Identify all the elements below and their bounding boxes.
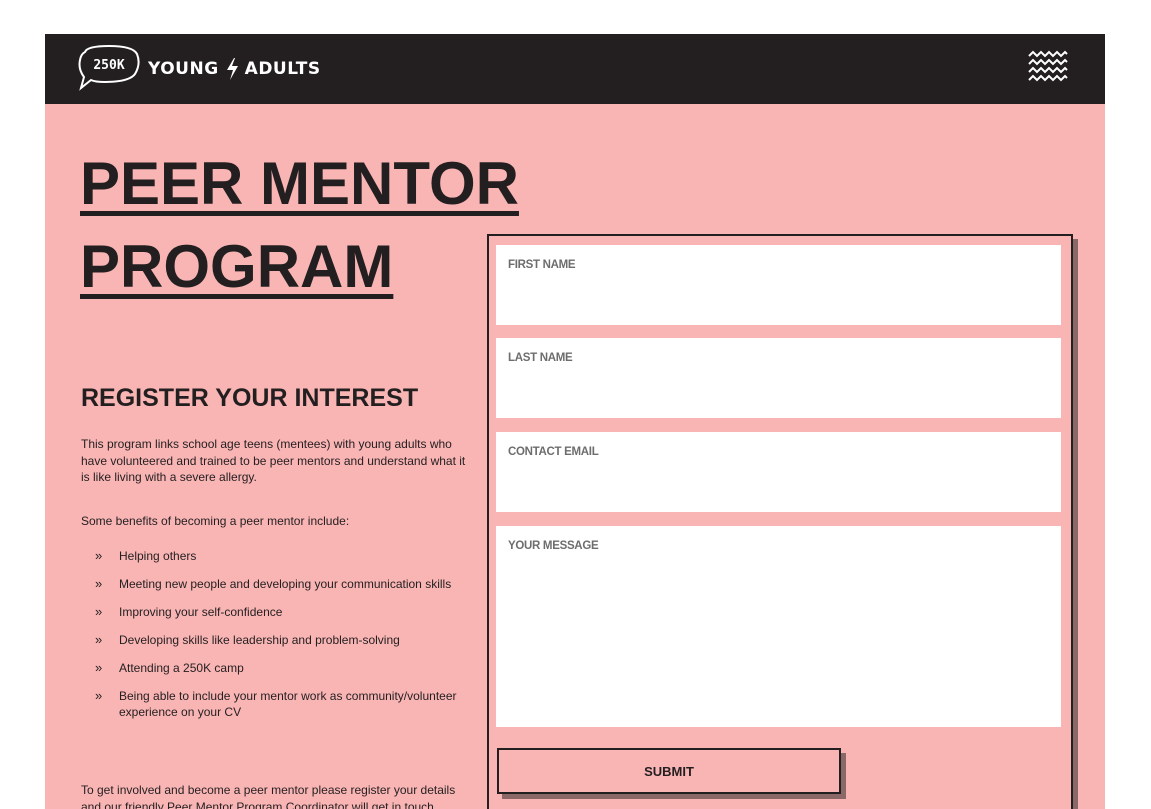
benefit-text: Being able to include your mentor work a… bbox=[119, 689, 457, 719]
message-label: YOUR MESSAGE bbox=[508, 540, 599, 552]
double-chevron-icon: » bbox=[95, 688, 103, 703]
list-item: » Developing skills like leadership and … bbox=[81, 632, 481, 648]
double-chevron-icon: » bbox=[95, 632, 103, 647]
double-chevron-icon: » bbox=[95, 604, 103, 619]
benefits-intro: Some benefits of becoming a peer mentor … bbox=[81, 514, 350, 528]
page-title: PEER MENTOR PROGRAM bbox=[80, 142, 519, 308]
main-content: PEER MENTOR PROGRAM REGISTER YOUR INTERE… bbox=[45, 104, 1105, 809]
list-item: » Helping others bbox=[81, 548, 481, 564]
brand-word-young: YOUNG bbox=[148, 59, 219, 79]
intro-paragraph: This program links school age teens (men… bbox=[81, 437, 466, 484]
message-textarea[interactable]: YOUR MESSAGE bbox=[496, 526, 1061, 727]
outro-paragraph: To get involved and become a peer mentor… bbox=[81, 783, 456, 809]
benefit-text: Meeting new people and developing your c… bbox=[119, 577, 452, 591]
section-heading: REGISTER YOUR INTEREST bbox=[81, 384, 419, 412]
brand-word-adults: ADULTS bbox=[244, 59, 321, 79]
benefits-list: » Helping others » Meeting new people an… bbox=[81, 548, 481, 732]
contact-email-field[interactable]: CONTACT EMAIL bbox=[496, 432, 1061, 512]
last-name-label: LAST NAME bbox=[508, 352, 573, 364]
list-item: » Being able to include your mentor work… bbox=[81, 688, 481, 720]
double-chevron-icon: » bbox=[95, 660, 103, 675]
submit-button[interactable]: SUBMIT bbox=[497, 748, 841, 794]
first-name-label: FIRST NAME bbox=[508, 259, 576, 271]
brand-wordmark: YOUNG ADULTS bbox=[148, 57, 321, 81]
contact-email-label: CONTACT EMAIL bbox=[508, 446, 599, 458]
benefit-text: Developing skills like leadership and pr… bbox=[119, 633, 400, 647]
list-item: » Meeting new people and developing your… bbox=[81, 576, 481, 592]
last-name-field[interactable]: LAST NAME bbox=[496, 338, 1061, 418]
logo-text: 250K bbox=[93, 58, 124, 73]
registration-form: FIRST NAME LAST NAME CONTACT EMAIL YOUR … bbox=[487, 234, 1073, 809]
page-title-line-1: PEER MENTOR bbox=[80, 150, 519, 217]
speech-bubble-logo-icon: 250K bbox=[78, 44, 140, 91]
top-navigation-bar: 250K YOUNG ADULTS bbox=[45, 34, 1105, 104]
250k-logo[interactable]: 250K bbox=[75, 44, 143, 92]
benefit-text: Improving your self-confidence bbox=[119, 605, 283, 619]
list-item: » Improving your self-confidence bbox=[81, 604, 481, 620]
zigzag-menu-icon[interactable] bbox=[1028, 50, 1068, 82]
benefit-text: Attending a 250K camp bbox=[119, 661, 244, 675]
first-name-field[interactable]: FIRST NAME bbox=[496, 245, 1061, 325]
lightning-bolt-icon bbox=[226, 58, 238, 80]
page-frame: 250K YOUNG ADULTS PEER MENTOR PROGRAM RE… bbox=[45, 34, 1105, 809]
double-chevron-icon: » bbox=[95, 548, 103, 563]
benefit-text: Helping others bbox=[119, 549, 197, 563]
list-item: » Attending a 250K camp bbox=[81, 660, 481, 676]
double-chevron-icon: » bbox=[95, 576, 103, 591]
page-title-line-2: PROGRAM bbox=[80, 233, 394, 300]
